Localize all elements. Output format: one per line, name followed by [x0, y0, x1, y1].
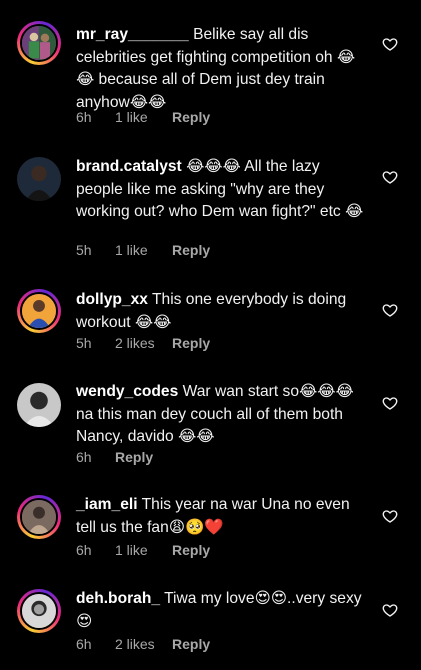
- comment-text-block: brand.catalyst 😂😂😂 All the lazy people l…: [76, 156, 370, 224]
- comment-time: 6h: [76, 636, 92, 652]
- avatar[interactable]: [17, 289, 61, 333]
- comment-time: 6h: [76, 449, 92, 465]
- heart-outline-icon[interactable]: [382, 395, 398, 411]
- comment-username[interactable]: brand.catalyst: [76, 158, 182, 175]
- avatar[interactable]: [17, 383, 61, 427]
- reply-button[interactable]: Reply: [172, 636, 210, 652]
- avatar[interactable]: [17, 157, 61, 201]
- comment-username[interactable]: deh.borah_: [76, 590, 160, 607]
- comment-text-block: deh.borah_ Tiwa my love😍😍..very sexy😍: [76, 588, 370, 633]
- heart-outline-icon[interactable]: [382, 602, 398, 618]
- comment-meta: 6h 1 like Reply: [76, 109, 210, 125]
- profile-avatar: [22, 594, 56, 628]
- avatar[interactable]: [17, 21, 61, 65]
- avatar[interactable]: [17, 589, 61, 633]
- comment-likes[interactable]: 1 like: [115, 242, 172, 258]
- profile-avatar: [17, 157, 61, 201]
- comment-likes[interactable]: 2 likes: [115, 636, 172, 652]
- reply-button[interactable]: Reply: [172, 335, 210, 351]
- comment-time: 5h: [76, 242, 92, 258]
- reply-button[interactable]: Reply: [172, 242, 210, 258]
- reply-button[interactable]: Reply: [172, 109, 210, 125]
- comment-meta: 6h 2 likes Reply: [76, 636, 210, 652]
- heart-outline-icon[interactable]: [382, 302, 398, 318]
- heart-outline-icon[interactable]: [382, 169, 398, 185]
- comment-meta: 5h 1 like Reply: [76, 242, 210, 258]
- heart-outline-icon[interactable]: [382, 508, 398, 524]
- comment-username[interactable]: wendy_codes: [76, 383, 178, 400]
- comment-time: 5h: [76, 335, 92, 351]
- comment-username[interactable]: _iam_eli: [76, 496, 138, 513]
- profile-avatar: [17, 383, 61, 427]
- profile-avatar: [22, 294, 56, 328]
- comment-time: 6h: [76, 542, 92, 558]
- heart-outline-icon[interactable]: [382, 36, 398, 52]
- reply-button[interactable]: Reply: [172, 542, 210, 558]
- profile-avatar: [22, 500, 56, 534]
- avatar[interactable]: [17, 495, 61, 539]
- comment-likes[interactable]: 1 like: [115, 109, 172, 125]
- comment-username[interactable]: mr_ray_______: [76, 26, 189, 43]
- comment-text-block: _iam_eli This year na war Una no even te…: [76, 494, 370, 539]
- comment-text-block: dollyp_xx This one everybody is doing wo…: [76, 289, 370, 334]
- comment-username[interactable]: dollyp_xx: [76, 291, 148, 308]
- reply-button[interactable]: Reply: [115, 449, 153, 465]
- comment-time: 6h: [76, 109, 92, 125]
- profile-avatar: [22, 26, 56, 60]
- comment-meta: 5h 2 likes Reply: [76, 335, 210, 351]
- comment-text-block: mr_ray_______ Belike say all dis celebri…: [76, 24, 370, 114]
- comment-meta: 6h 1 like Reply: [76, 542, 210, 558]
- comment-likes[interactable]: 2 likes: [115, 335, 172, 351]
- comment-text-block: wendy_codes War wan start so😂😂😂 na this …: [76, 381, 370, 449]
- comment-likes[interactable]: 1 like: [115, 542, 172, 558]
- comment-meta: 6h Reply: [76, 449, 153, 465]
